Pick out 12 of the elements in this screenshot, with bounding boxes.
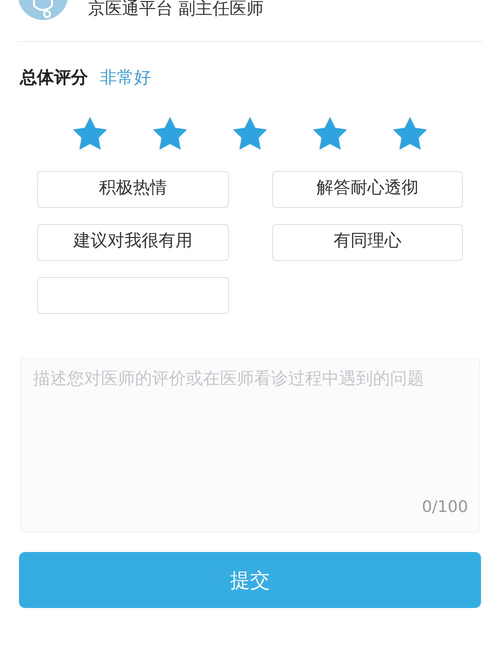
tag-button[interactable]: 建议对我很有用 (37, 224, 228, 260)
rating-verdict: 非常好 (100, 67, 151, 90)
tag-button[interactable]: 积极热情 (37, 170, 228, 208)
star-icon[interactable] (392, 116, 428, 150)
star-icon[interactable] (72, 116, 108, 150)
rating-label: 总体评分 (20, 67, 88, 90)
tag-button[interactable]: 有同理心 (272, 224, 463, 260)
character-counter: 0/100 (422, 496, 468, 518)
tag-button[interactable]: 解答耐心透彻 (272, 170, 463, 208)
star-icon[interactable] (312, 116, 348, 150)
star-icon[interactable] (152, 116, 188, 150)
star-icon[interactable] (232, 116, 268, 150)
